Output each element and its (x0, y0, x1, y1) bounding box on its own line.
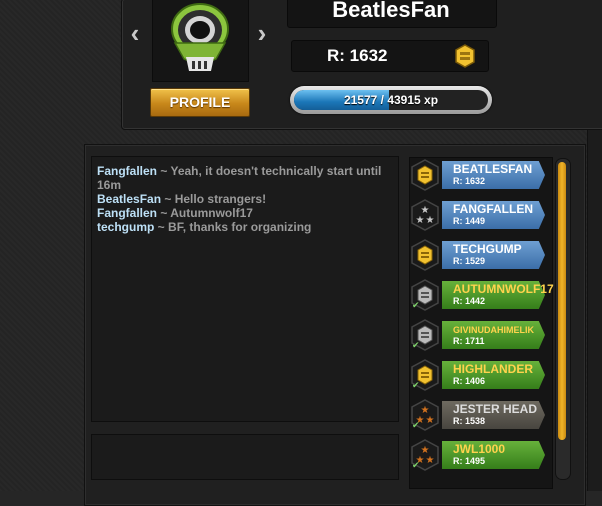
gold-hexagon-icon (455, 44, 475, 68)
silver-stars-icon: ★★ ★ (411, 199, 439, 231)
svg-text:★: ★ (416, 215, 425, 226)
chevron-left-icon[interactable]: ‹ (126, 18, 144, 48)
player-name: TECHGUMP (453, 242, 522, 256)
chat-separator: ~ (154, 220, 169, 234)
chat-message: Fangfallen ~ Yeah, it doesn't technicall… (91, 164, 397, 192)
chat-message: techgump ~ BF, thanks for organizing (91, 220, 397, 234)
alien-skull-icon (171, 3, 229, 71)
chat-messages: Fangfallen ~ Yeah, it doesn't technicall… (91, 164, 397, 234)
player-row[interactable]: GIVINUDAHIMELIK R: 1711 ✔ (410, 319, 550, 351)
player-name: JESTER HEAD (453, 402, 538, 416)
chat-sender[interactable]: BeatlesFan (97, 192, 161, 206)
player-row[interactable]: ★ ★ ★ JWL1000 R: 1495 ✔ (410, 439, 550, 471)
player-row[interactable]: TECHGUMP R: 1529 (410, 239, 550, 271)
player-rating: R: 1495 (453, 456, 486, 466)
ready-check-icon: ✔ (412, 420, 420, 430)
chat-text: Hello strangers! (174, 192, 267, 206)
chat-text: Autumnwolf17 (170, 206, 253, 220)
rating-value: R: 1632 (327, 46, 388, 65)
chat-separator: ~ (161, 192, 175, 206)
chat-text: BF, thanks for organizing (168, 220, 312, 234)
avatar[interactable] (152, 0, 249, 82)
player-name: JWL1000 (453, 442, 506, 456)
ready-check-icon: ✔ (412, 380, 420, 390)
player-name: FANGFALLEN (453, 202, 533, 216)
chat-sender[interactable]: techgump (97, 220, 154, 234)
chat-message: Fangfallen ~ Autumnwolf17 (91, 206, 397, 220)
player-rating: R: 1406 (453, 376, 486, 386)
username: BeatlesFan (332, 0, 450, 22)
chat-sender[interactable]: Fangfallen (97, 164, 157, 178)
svg-text:★: ★ (426, 215, 435, 226)
xp-progress-bar: 21577 / 43915 xp (290, 86, 492, 114)
gold-hexagon-icon (411, 239, 439, 271)
player-rating: R: 1632 (453, 176, 486, 186)
chat-message: BeatlesFan ~ Hello strangers! (91, 192, 397, 206)
player-rating: R: 1442 (453, 296, 486, 306)
player-row[interactable]: HIGHLANDER R: 1406 ✔ (410, 359, 550, 391)
player-name: HIGHLANDER (453, 362, 533, 376)
chat-input[interactable] (91, 434, 399, 480)
player-row[interactable]: ★ ★ ★ FANGFALLEN R: 1449 (410, 199, 550, 231)
player-rating: R: 1449 (453, 216, 486, 226)
svg-text:★: ★ (426, 455, 435, 466)
player-row[interactable]: ★ ★ ★ JESTER HEAD R: 1538 ✔ (410, 399, 550, 431)
xp-text: 21577 / 43915 xp (343, 93, 439, 107)
chevron-right-icon[interactable]: › (253, 18, 271, 48)
player-row[interactable]: BEATLESFAN R: 1632 (410, 159, 550, 191)
player-name: AUTUMNWOLF17 (453, 282, 554, 296)
ready-check-icon: ✔ (412, 300, 420, 310)
scrollbar-thumb[interactable] (558, 162, 566, 440)
ready-check-icon: ✔ (412, 460, 420, 470)
gold-hexagon-icon (411, 159, 439, 191)
chat-separator: ~ (157, 206, 171, 220)
svg-text:★: ★ (426, 415, 435, 426)
chat-sender[interactable]: Fangfallen (97, 206, 157, 220)
player-rating: R: 1529 (453, 256, 486, 266)
ready-check-icon: ✔ (412, 340, 420, 350)
player-rating: R: 1711 (453, 336, 485, 346)
player-row[interactable]: AUTUMNWOLF17 R: 1442 ✔ (410, 279, 554, 311)
profile-button[interactable]: PROFILE (150, 88, 250, 117)
chat-separator: ~ (157, 164, 171, 178)
player-rating: R: 1538 (453, 416, 486, 426)
player-name: BEATLESFAN (453, 162, 533, 176)
